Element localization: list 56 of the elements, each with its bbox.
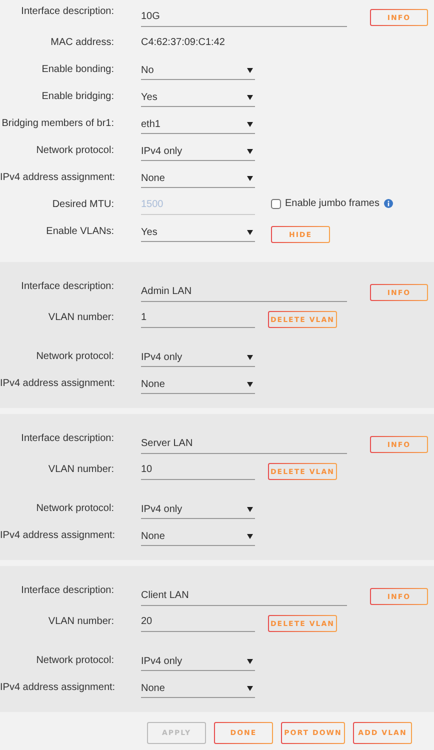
checkbox-label: Enable jumbo frames [285, 198, 380, 209]
field-label: Network protocol: [35, 654, 114, 666]
field-label: Interface description: [20, 584, 114, 596]
select-field[interactable]: IPv4 only [141, 346, 255, 367]
caret-icon [247, 176, 253, 181]
caret-icon [247, 382, 253, 387]
select-field[interactable]: IPv4 only [141, 140, 255, 161]
text-field[interactable]: Client LAN [141, 585, 347, 606]
field-label: Network protocol: [35, 502, 114, 514]
select-field[interactable]: IPv4 only [141, 498, 255, 519]
caret-icon [247, 122, 253, 127]
caret-icon [247, 534, 253, 539]
select-field[interactable]: None [141, 373, 255, 394]
select-field[interactable]: Yes [141, 221, 255, 242]
field-label: IPv4 address assignment: [0, 171, 114, 183]
caret-icon [247, 68, 253, 73]
field-label: Interface description: [20, 432, 114, 444]
field-label: Enable bridging: [40, 90, 114, 102]
field-label: Interface description: [20, 5, 114, 17]
caret-icon [247, 507, 253, 512]
text-field[interactable]: 20 [141, 611, 255, 632]
field-label: Network protocol: [35, 144, 114, 156]
caret-icon [247, 230, 253, 235]
select-field[interactable]: None [141, 677, 255, 698]
field-label: IPv4 address assignment: [0, 681, 114, 693]
caret-icon [247, 686, 253, 691]
field-label: VLAN number: [47, 463, 114, 475]
caret-icon [247, 149, 253, 154]
field-label: Enable bonding: [40, 63, 114, 75]
select-field[interactable]: None [141, 167, 255, 188]
select-field[interactable]: No [141, 59, 255, 80]
caret-icon [247, 95, 253, 100]
field-label: Enable VLANs: [45, 225, 114, 237]
field-label: VLAN number: [47, 311, 114, 323]
checkbox[interactable] [271, 198, 281, 208]
select-field[interactable]: Yes [141, 86, 255, 107]
caret-icon [247, 659, 253, 664]
field-value: C4:62:37:09:C1:42 [141, 36, 225, 48]
field-label: Interface description: [20, 280, 114, 292]
text-field[interactable]: 1 [141, 307, 255, 328]
field-label: VLAN number: [47, 615, 114, 627]
caret-icon [247, 355, 253, 360]
text-field[interactable]: 10G [141, 6, 347, 27]
field-label: Desired MTU: [51, 198, 114, 210]
field-label: IPv4 address assignment: [0, 529, 114, 541]
select-field[interactable]: None [141, 525, 255, 546]
text-field[interactable]: 10 [141, 459, 255, 480]
text-field[interactable]: Server LAN [141, 433, 347, 454]
field-label: Network protocol: [35, 350, 114, 362]
select-field[interactable]: IPv4 only [141, 650, 255, 671]
field-label: Bridging members of br1: [0, 117, 114, 129]
field-label: IPv4 address assignment: [0, 377, 114, 389]
text-field[interactable]: Admin LAN [141, 281, 347, 302]
field-label: MAC address: [50, 36, 114, 48]
select-field[interactable]: eth1 [141, 113, 255, 134]
info-icon[interactable] [384, 199, 392, 208]
